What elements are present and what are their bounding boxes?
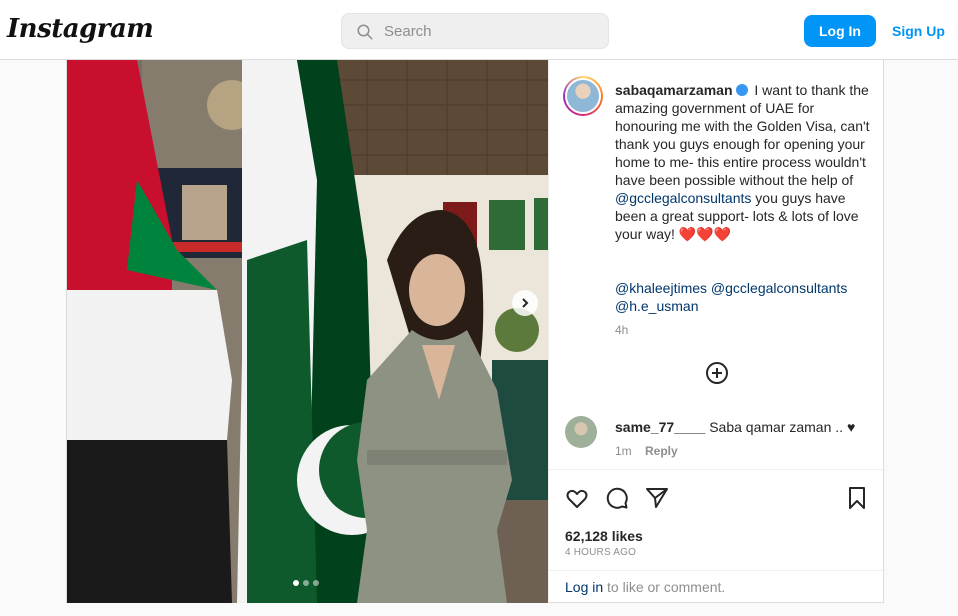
tag-link[interactable]: @khaleejtimes (615, 280, 707, 296)
post-image[interactable] (67, 60, 548, 603)
verified-icon (735, 84, 748, 96)
divider (549, 469, 886, 470)
comment-icon[interactable] (605, 486, 629, 510)
comment-username[interactable]: same_77____ (615, 419, 705, 435)
login-prompt-text: to like or comment. (603, 579, 726, 595)
post-side-panel: sabaqamarzaman I want to thank the amazi… (548, 60, 886, 603)
carousel-dot (293, 580, 299, 586)
add-circle-icon[interactable] (705, 361, 729, 385)
caption-time: 4h (615, 323, 629, 337)
caption-mention[interactable]: @gcclegalconsultants (615, 190, 751, 206)
divider (549, 570, 886, 571)
caption-tags: @khaleejtimes @gcclegalconsultants @h.e_… (615, 279, 877, 315)
commenter-avatar[interactable] (565, 416, 597, 448)
likes-count[interactable]: 62,128 likes (565, 528, 643, 544)
comment-meta: 1m Reply (615, 444, 678, 458)
login-button[interactable]: Log In (804, 15, 876, 47)
avatar[interactable] (563, 76, 603, 116)
post-photo (67, 60, 548, 603)
post-card: sabaqamarzaman I want to thank the amazi… (66, 60, 886, 603)
chevron-right-icon (522, 298, 529, 308)
search-icon (357, 24, 373, 40)
comment: same_77____ Saba qamar zaman .. ♥ (615, 418, 855, 436)
top-nav: Instagram Log In Sign Up (0, 0, 958, 60)
instagram-logo[interactable]: Instagram (7, 14, 154, 44)
tag-link[interactable]: @gcclegalconsultants (711, 280, 847, 296)
login-link[interactable]: Log in (565, 579, 603, 595)
tag-link[interactable]: @h.e_usman (615, 298, 698, 314)
login-prompt: Log in to like or comment. (565, 579, 725, 595)
next-slide-button[interactable] (512, 290, 538, 316)
caption-username[interactable]: sabaqamarzaman (615, 82, 733, 98)
search-box[interactable] (341, 13, 609, 49)
carousel-dot (313, 580, 319, 586)
comment-time: 1m (615, 444, 632, 458)
search-input[interactable] (384, 14, 599, 48)
carousel-dot (303, 580, 309, 586)
bookmark-icon[interactable] (845, 486, 869, 510)
signup-link[interactable]: Sign Up (892, 23, 945, 39)
comment-text: Saba qamar zaman .. ♥ (709, 419, 856, 435)
carousel-dots (293, 580, 319, 586)
heart-icon[interactable] (565, 486, 589, 510)
reply-button[interactable]: Reply (645, 444, 678, 458)
share-icon[interactable] (645, 486, 669, 510)
avatar-image (565, 78, 601, 114)
post-timestamp: 4 HOURS AGO (565, 547, 637, 558)
post-caption: sabaqamarzaman I want to thank the amazi… (615, 81, 877, 243)
